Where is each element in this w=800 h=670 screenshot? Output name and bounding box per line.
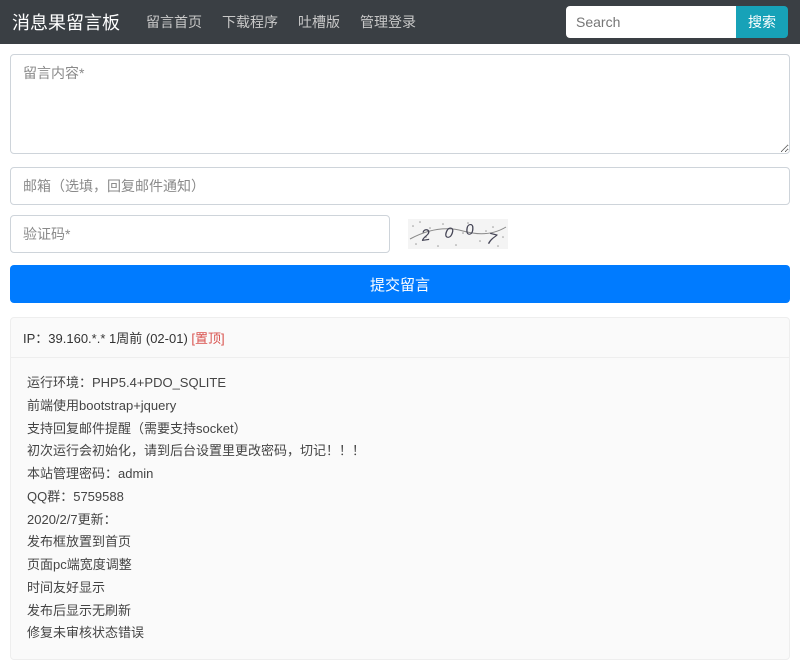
post-line: 本站管理密码：admin xyxy=(27,463,773,486)
post-line: 发布框放置到首页 xyxy=(27,531,773,554)
post-line: 页面pc端宽度调整 xyxy=(27,554,773,577)
pin-badge: [置顶] xyxy=(191,331,224,346)
post-header: IP：39.160.*.* 1周前 (02-01) [置顶] xyxy=(11,318,789,358)
post-ip-prefix: IP： xyxy=(23,331,48,346)
captcha-image[interactable]: 2 0 0 7 xyxy=(408,219,508,249)
main-container: 2 0 0 7 提交留言 IP：39.160.*.* 1周前 (02-01) [… xyxy=(0,44,800,670)
post-time: 1周前 (02-01) xyxy=(109,331,188,346)
post-line: QQ群：5759588 xyxy=(27,486,773,509)
search-button[interactable]: 搜索 xyxy=(736,6,788,38)
nav-link-home[interactable]: 留言首页 xyxy=(136,0,212,44)
post-card: IP：39.160.*.* 1周前 (02-01) [置顶] 运行环境：PHP5… xyxy=(10,317,790,660)
captcha-svg-icon: 2 0 0 7 xyxy=(408,219,508,249)
nav-links: 留言首页 下载程序 吐槽版 管理登录 xyxy=(136,0,566,44)
post-line: 2020/2/7更新： xyxy=(27,509,773,532)
navbar: 消息果留言板 留言首页 下载程序 吐槽版 管理登录 搜索 xyxy=(0,0,800,44)
captcha-row: 2 0 0 7 xyxy=(10,215,790,253)
post-body: 运行环境：PHP5.4+PDO_SQLITE 前端使用bootstrap+jqu… xyxy=(11,358,789,659)
post-line: 时间友好显示 xyxy=(27,577,773,600)
nav-link-tucao[interactable]: 吐槽版 xyxy=(288,0,350,44)
nav-link-admin[interactable]: 管理登录 xyxy=(350,0,426,44)
brand-title: 消息果留言板 xyxy=(12,9,120,35)
post-line: 修复未审核状态错误 xyxy=(27,622,773,645)
email-input[interactable] xyxy=(10,167,790,205)
post-line: 初次运行会初始化，请到后台设置里更改密码，切记！！！ xyxy=(27,440,773,463)
post-line: 支持回复邮件提醒（需要支持socket） xyxy=(27,418,773,441)
post-line: 前端使用bootstrap+jquery xyxy=(27,395,773,418)
nav-link-download[interactable]: 下载程序 xyxy=(212,0,288,44)
post-ip: 39.160.*.* xyxy=(48,331,105,346)
post-line: 发布后显示无刷新 xyxy=(27,600,773,623)
search-input[interactable] xyxy=(566,6,736,38)
post-line: 运行环境：PHP5.4+PDO_SQLITE xyxy=(27,372,773,395)
message-textarea[interactable] xyxy=(10,54,790,154)
submit-button[interactable]: 提交留言 xyxy=(10,265,790,303)
captcha-input[interactable] xyxy=(10,215,390,253)
search-group: 搜索 xyxy=(566,6,788,38)
